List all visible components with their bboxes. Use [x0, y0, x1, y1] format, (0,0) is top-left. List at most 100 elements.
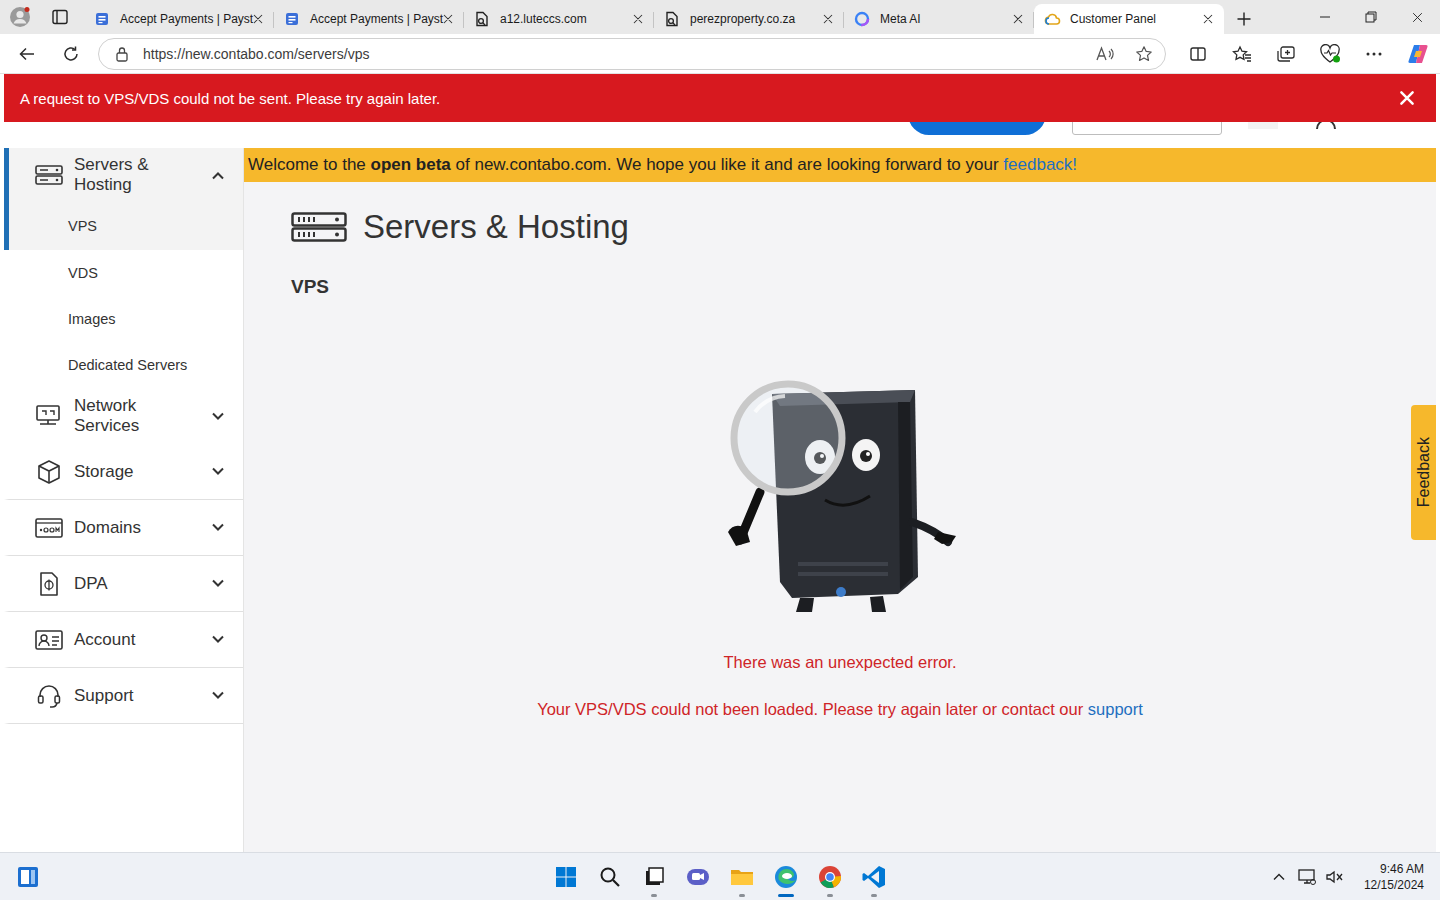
- read-aloud-icon[interactable]: [1095, 45, 1115, 63]
- sidebar-item[interactable]: Network Services: [4, 388, 243, 444]
- favorites-button[interactable]: [1220, 38, 1264, 70]
- section-title: VPS: [291, 276, 1436, 298]
- plus-icon: [1236, 11, 1252, 27]
- tab-favicon: [1044, 11, 1060, 27]
- expand-toggle[interactable]: [211, 579, 225, 588]
- browser-tab[interactable]: perezproperty.co.za: [654, 4, 844, 34]
- tab-close-button[interactable]: [440, 11, 456, 27]
- server-icon: [291, 212, 347, 242]
- back-button[interactable]: [9, 38, 45, 70]
- feedback-tab[interactable]: Feedback: [1411, 405, 1436, 540]
- restore-button[interactable]: [1348, 0, 1394, 34]
- task-view-icon: [643, 866, 665, 888]
- sidebar-subitem[interactable]: VDS: [4, 250, 243, 296]
- tray-overflow-button[interactable]: [1268, 863, 1290, 891]
- meta-ai-icon: [854, 11, 870, 27]
- tab-favicon: [664, 11, 680, 27]
- sidebar-sublabel: Dedicated Servers: [68, 357, 187, 373]
- split-screen-button[interactable]: [1176, 38, 1220, 70]
- split-screen-icon: [1189, 45, 1207, 63]
- edge-button[interactable]: [764, 853, 808, 900]
- id-card-icon: [35, 629, 63, 651]
- page-favicon-icon: [94, 11, 110, 27]
- browser-tab[interactable]: Customer Panel: [1034, 4, 1224, 34]
- teams-chat-icon: [686, 866, 710, 888]
- sidebar-item[interactable]: Support: [4, 668, 243, 724]
- chat-button[interactable]: [676, 853, 720, 900]
- minimize-button[interactable]: [1302, 0, 1348, 34]
- more-button[interactable]: [1352, 38, 1396, 70]
- chevron-down-icon: [211, 691, 225, 700]
- url-text: https://new.contabo.com/servers/vps: [143, 46, 1081, 62]
- network-status-button[interactable]: [1296, 863, 1318, 891]
- chevron-down-icon: [211, 635, 225, 644]
- tab-close-button[interactable]: [250, 11, 266, 27]
- search-icon: [599, 866, 621, 888]
- clock-time: 9:46 AM: [1380, 861, 1424, 877]
- copilot-button[interactable]: [1396, 38, 1440, 70]
- browser-tab[interactable]: Accept Payments | Payst: [274, 4, 464, 34]
- expand-toggle[interactable]: [211, 412, 225, 421]
- support-link[interactable]: support: [1088, 700, 1143, 718]
- tab-label: Meta AI: [880, 12, 1000, 26]
- tab-close-button[interactable]: [630, 11, 646, 27]
- sidebar-item[interactable]: DPA: [4, 556, 243, 612]
- favorites-icon: [1232, 45, 1252, 63]
- sidebar-subitem[interactable]: VPS: [4, 202, 243, 250]
- widgets-button[interactable]: [14, 863, 42, 891]
- alert-close-button[interactable]: [1398, 89, 1416, 107]
- lock-icon: [115, 46, 129, 62]
- start-button[interactable]: [544, 853, 588, 900]
- expand-toggle[interactable]: [211, 467, 225, 476]
- favorite-star-icon[interactable]: [1135, 45, 1153, 63]
- vscode-button[interactable]: [852, 853, 896, 900]
- network-monitor-icon: [1297, 868, 1317, 886]
- browser-tab[interactable]: Accept Payments | Payst: [84, 4, 274, 34]
- browser-tab[interactable]: a12.luteccs.com: [464, 4, 654, 34]
- close-icon: [822, 13, 834, 25]
- chrome-button[interactable]: [808, 853, 852, 900]
- search-button[interactable]: [588, 853, 632, 900]
- close-icon: [252, 13, 264, 25]
- tab-label: perezproperty.co.za: [690, 12, 810, 26]
- sidebar-sublabel: VDS: [68, 265, 98, 281]
- task-view-button[interactable]: [632, 853, 676, 900]
- document-icon: [38, 571, 60, 597]
- sidebar-item[interactable]: Domains: [4, 500, 243, 556]
- page-favicon-icon: [284, 11, 300, 27]
- collections-button[interactable]: [1264, 38, 1308, 70]
- tab-close-button[interactable]: [1010, 11, 1026, 27]
- clock[interactable]: 9:46 AM12/15/2024: [1364, 861, 1424, 893]
- feedback-link[interactable]: feedback!: [1003, 155, 1077, 175]
- expand-toggle[interactable]: [211, 171, 225, 180]
- chevron-down-icon: [211, 467, 225, 476]
- close-window-button[interactable]: [1394, 0, 1440, 34]
- close-icon: [1012, 13, 1024, 25]
- expand-toggle[interactable]: [211, 635, 225, 644]
- headset-icon: [36, 683, 62, 709]
- tab-label: Accept Payments | Payst: [310, 12, 430, 26]
- new-tab-button[interactable]: [1226, 4, 1262, 34]
- more-dots-icon: [1365, 51, 1383, 57]
- tab-actions-button[interactable]: [40, 0, 80, 34]
- restore-icon: [1365, 11, 1377, 23]
- tab-close-button[interactable]: [820, 11, 836, 27]
- browser-tab[interactable]: Meta AI: [844, 4, 1034, 34]
- browser-essentials-button[interactable]: [1308, 38, 1352, 70]
- file-explorer-button[interactable]: [720, 853, 764, 900]
- volume-button[interactable]: [1324, 863, 1346, 891]
- sidebar-subitem[interactable]: Dedicated Servers: [4, 342, 243, 388]
- refresh-button[interactable]: [53, 38, 89, 70]
- sidebar-item[interactable]: Storage: [4, 444, 243, 500]
- expand-toggle[interactable]: [211, 691, 225, 700]
- sidebar-subitem[interactable]: Images: [4, 296, 243, 342]
- chevron-down-icon: [211, 523, 225, 532]
- sidebar-item[interactable]: Servers & Hosting: [4, 148, 243, 202]
- tab-close-button[interactable]: [1200, 11, 1216, 27]
- sidebar-item[interactable]: Account: [4, 612, 243, 668]
- tab-label: a12.luteccs.com: [500, 12, 620, 26]
- expand-toggle[interactable]: [211, 523, 225, 532]
- chevron-up-icon: [211, 171, 225, 180]
- address-bar[interactable]: https://new.contabo.com/servers/vps: [98, 38, 1166, 70]
- profile-button[interactable]: [0, 0, 40, 34]
